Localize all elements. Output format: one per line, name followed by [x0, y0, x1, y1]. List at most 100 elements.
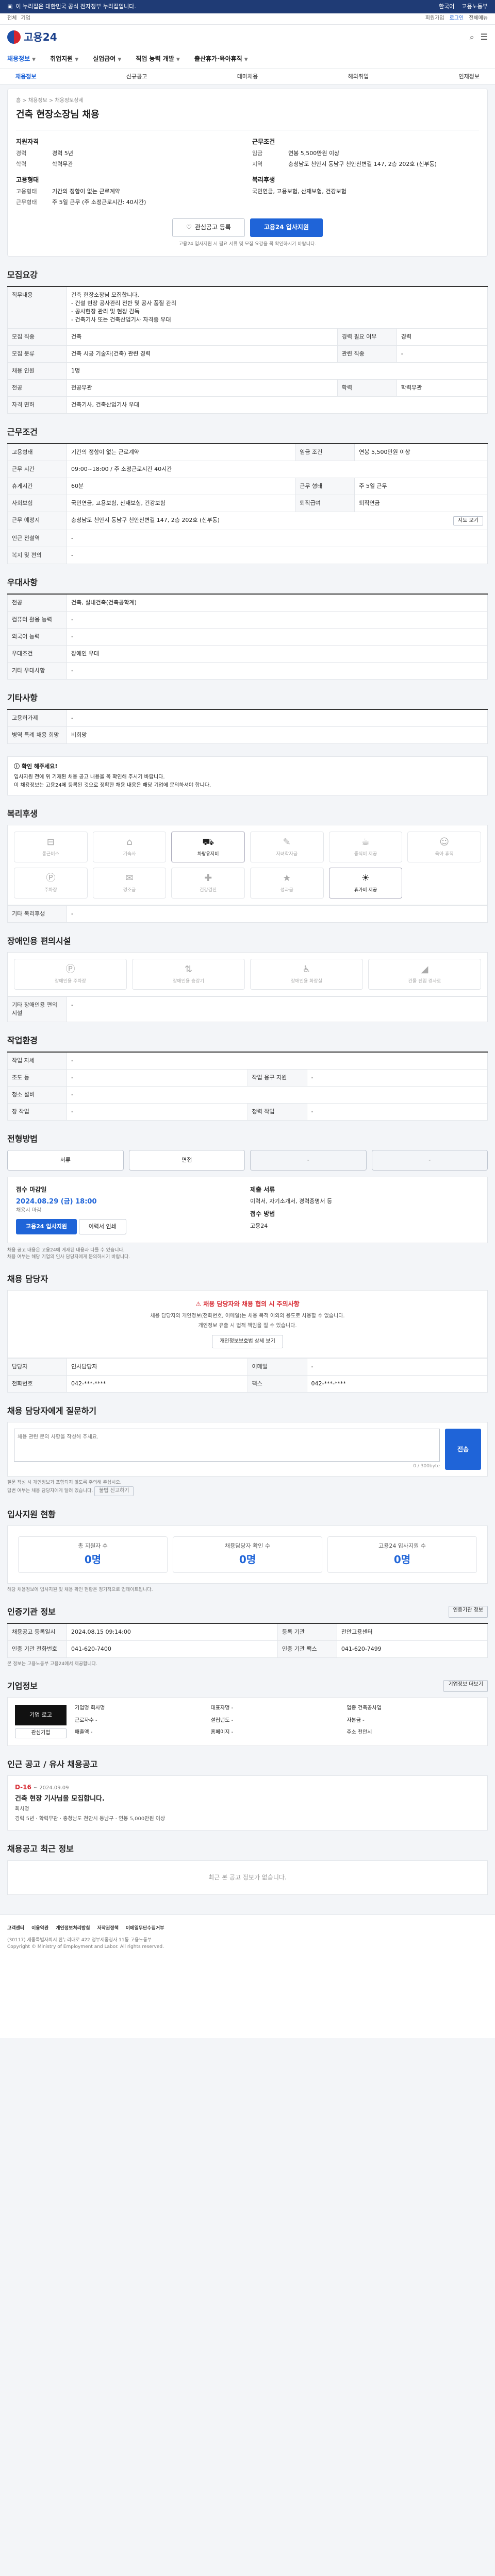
- facility-tile: Ⓟ 장애인용 주차장: [14, 958, 127, 990]
- print-resume-button[interactable]: 이력서 인쇄: [78, 1218, 126, 1234]
- benefit-tile: ⛟ 차량유지비: [171, 831, 245, 862]
- menu-icon[interactable]: ☰: [481, 31, 488, 43]
- stats-note: 해당 채용정보에 입사지원 및 채용 확인 현황은 정기적으로 업데이트됩니다.: [7, 1587, 153, 1593]
- nav-unemployment[interactable]: 실업급여 ▼: [93, 55, 121, 63]
- table-row: 모집 직종 건축 경력 필요 여부 경력: [7, 328, 488, 346]
- footer-link[interactable]: 고객센터: [7, 1925, 24, 1932]
- apply-button-2[interactable]: 고용24 입사지원: [16, 1218, 77, 1234]
- cond-section-heading: 근무조건: [7, 427, 38, 437]
- chevron-down-icon: ▼: [75, 57, 79, 62]
- gov-link[interactable]: 고용노동부: [461, 3, 488, 11]
- bookmark-button[interactable]: ♡ 관심공고 등록: [172, 218, 245, 238]
- school-icon: ✎: [283, 837, 291, 848]
- benefit-tile: ⌂ 기숙사: [92, 831, 167, 862]
- send-button[interactable]: 전송: [445, 1429, 481, 1470]
- related-job-card[interactable]: D-16 ~ 2024.09.09 건축 현장 기사님을 모집합니다. 회사명 …: [7, 1775, 488, 1831]
- nav-parental[interactable]: 출산휴가·육아휴직 ▼: [194, 55, 248, 63]
- table-row: 고용허가제 -: [7, 709, 488, 727]
- benefit-tile: ★ 성과금: [250, 867, 324, 899]
- table-row: 청소 설비 -: [7, 1086, 488, 1104]
- benefit-heading: 복리후생: [7, 808, 38, 819]
- util-all[interactable]: 전체: [7, 15, 16, 21]
- privacy-detail-button[interactable]: 개인정보보호법 상세 보기: [212, 1335, 283, 1349]
- search-icon[interactable]: ⌕: [470, 31, 474, 43]
- map-button[interactable]: 지도 보기: [453, 516, 483, 526]
- footer-link[interactable]: 개인정보처리방침: [56, 1925, 90, 1932]
- report-button[interactable]: 불법 신고하기: [94, 1486, 134, 1496]
- table-row: 자격 면허 건축기사, 건축산업기사 우대: [7, 396, 488, 414]
- info-icon: ⓘ: [14, 763, 22, 770]
- table-row: 근무 시간 09:00~18:00 / 주 소정근로시간 40시간: [7, 460, 488, 478]
- company-more-button[interactable]: 기업정보 더보기: [443, 1680, 488, 1692]
- process-heading: 전형방법: [7, 1133, 38, 1144]
- subnav-talent[interactable]: 인재정보: [459, 73, 480, 81]
- table-row: 우대조건 장애인 우대: [7, 645, 488, 663]
- table-row: 전화번호 042-***-**** 팩스 042-***-****: [7, 1375, 488, 1393]
- recent-empty: 최근 본 공고 정보가 없습니다.: [7, 1860, 488, 1895]
- recruit-heading: 모집요강: [7, 270, 38, 280]
- benefit-tile: ☕ 중식비 제공: [328, 831, 403, 862]
- signup-link[interactable]: 회원가입: [425, 15, 444, 23]
- emp-row: 근무형태 주 5일 근무 (주 소정근로시간: 40시간): [16, 199, 146, 206]
- breadcrumb: 홈 > 채용정보 > 채용정보상세: [16, 98, 84, 104]
- apply-note: 고용24 입사지원 시 필요 서류 및 모집 요강을 꼭 확인하시기 바랍니다.: [178, 242, 317, 247]
- login-link[interactable]: 로그인: [450, 15, 464, 23]
- emp-heading: 고용형태: [16, 176, 39, 183]
- company-bookmark-button[interactable]: 관심기업: [15, 1728, 67, 1738]
- subnav-theme[interactable]: 테마채용: [237, 73, 258, 81]
- subnav-overseas[interactable]: 해외취업: [348, 73, 369, 81]
- privacy-warning: ⚠ 채용 담당자와 채용 협의 시 주의사항 채용 담당자의 개인정보(전화번호…: [7, 1290, 488, 1359]
- agency-info-button[interactable]: 인증기관 정보: [448, 1606, 488, 1618]
- inquiry-textarea[interactable]: [14, 1429, 440, 1462]
- table-row: 복지 및 편의 -: [7, 547, 488, 565]
- chevron-down-icon: ▼: [244, 57, 248, 62]
- subnav-new[interactable]: 신규공고: [126, 73, 147, 81]
- gift-icon: ✉: [125, 873, 134, 884]
- recent-heading: 채용공고 최근 정보: [7, 1844, 74, 1854]
- etc-heading: 기타사항: [7, 692, 38, 703]
- house-icon: ⌂: [126, 837, 133, 848]
- table-row: 외국어 능력 -: [7, 628, 488, 646]
- contact-heading: 채용 담당자: [7, 1274, 48, 1284]
- recruit-table: 직무내용 건축 현장소장님 모집합니다. - 건설 현장 공사관리 전반 및 공사 …: [7, 286, 488, 414]
- subnav-jobs[interactable]: 채용정보: [15, 73, 36, 81]
- apply-stats: 총 지원자 수 0명 채용담당자 확인 수 0명 고용24 입사지원 수 0명: [7, 1526, 488, 1584]
- chevron-down-icon: ▼: [176, 57, 180, 62]
- footer: 고객센터 이용약관 개인정보처리방침 저작권정책 이메일무단수집거부 (3011…: [0, 1914, 495, 2039]
- table-row: 컴퓨터 활용 능력 -: [7, 611, 488, 629]
- table-row: 사회보험 국민연금, 고용보험, 산재보험, 건강보험 퇴직급여 퇴직연금: [7, 494, 488, 512]
- chevron-down-icon: ▼: [32, 57, 36, 62]
- footer-link[interactable]: 이용약관: [31, 1925, 48, 1932]
- process-step: 서류: [7, 1149, 124, 1171]
- table-row: 장 작업 - 청력 작업 -: [7, 1103, 488, 1121]
- process-step: 면접: [128, 1149, 245, 1171]
- benefit-tile: ✚ 건강검진: [171, 867, 245, 899]
- benefit-other-table: 기타 복리후생 -: [7, 905, 488, 923]
- nav-jobs[interactable]: 채용정보 ▼: [7, 55, 36, 63]
- byte-counter: 0 / 300byte: [413, 1464, 440, 1469]
- apply-button[interactable]: 고용24 입사지원: [250, 218, 323, 238]
- process-step: -: [371, 1149, 488, 1171]
- nav-training[interactable]: 직업 능력 개발 ▼: [136, 55, 180, 63]
- all-menu-link[interactable]: 전체메뉴: [469, 15, 488, 23]
- benefit-tile: ✎ 자녀학자금: [250, 831, 324, 862]
- contact-table: 담당자 인사담당자 이메일 - 전화번호 042-***-**** 팩스 042-***-*…: [7, 1358, 488, 1393]
- dday-badge: D-16: [15, 1784, 31, 1791]
- env-table: 작업 자세 - 조도 등 - 작업 용구 지원 - 청소 설비 - 장 작업 - 청력 작업 -: [7, 1052, 488, 1121]
- footer-link[interactable]: 저작권정책: [97, 1925, 119, 1932]
- meal-icon: ☕: [361, 837, 370, 848]
- util-company[interactable]: 기업: [21, 15, 30, 21]
- lang-select[interactable]: 한국어: [439, 3, 454, 11]
- cond-heading: 근무조건: [252, 138, 275, 145]
- process-step: -: [250, 1149, 367, 1171]
- site-logo[interactable]: 고용24: [7, 30, 57, 45]
- cond-row: 임금 연봉 5,500만원 이상: [252, 149, 340, 157]
- nav-support[interactable]: 취업지원 ▼: [50, 55, 78, 63]
- sub-nav: 채용정보 신규공고 테마채용 해외취업 인재정보: [0, 69, 495, 84]
- disabled-other-table: 기타 장애인용 편의시설 -: [7, 996, 488, 1022]
- footer-link[interactable]: 이메일무단수집거부: [126, 1925, 164, 1932]
- page-title: 건축 현장소장님 채용: [16, 109, 100, 120]
- table-row: 고용형태 기간의 정함이 없는 근로계약 임금 조건 연봉 5,500만원 이상: [7, 443, 488, 461]
- stat-online: 고용24 입사지원 수 0명: [327, 1536, 477, 1573]
- benefit-tile: ☺ 육아 휴직: [407, 831, 481, 862]
